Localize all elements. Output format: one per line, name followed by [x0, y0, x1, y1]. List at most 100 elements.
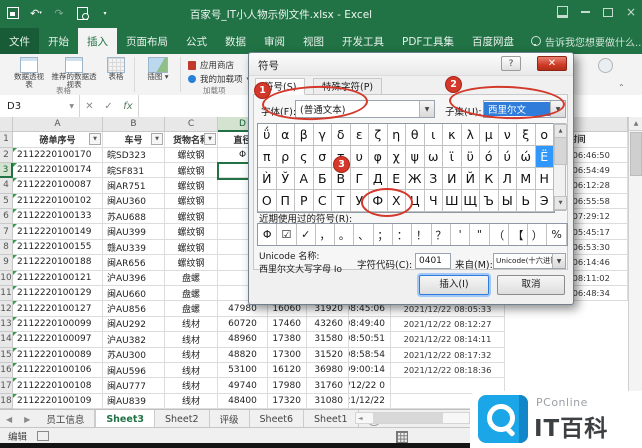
- cell-C3[interactable]: 螺纹钢: [165, 163, 218, 178]
- symbol-cell-Ѝ[interactable]: Ѝ: [258, 168, 277, 190]
- recent-symbol-？[interactable]: ？: [432, 224, 451, 245]
- dialog-help-icon[interactable]: ?: [501, 56, 521, 71]
- symbol-cell-И[interactable]: И: [443, 168, 462, 190]
- col-header-B[interactable]: B: [103, 117, 165, 132]
- table-button[interactable]: 表格: [102, 57, 130, 81]
- cell-A9[interactable]: 2112220100188: [13, 255, 103, 270]
- ribbon-display-options-icon[interactable]: [557, 6, 568, 18]
- symbol-cell-ψ[interactable]: ψ: [406, 146, 425, 168]
- symbol-cell-β[interactable]: β: [295, 124, 314, 146]
- symbol-cell-Ч[interactable]: Ч: [425, 190, 444, 212]
- cell-B12[interactable]: 沪AU856: [103, 301, 165, 316]
- symbol-cell-ΰ[interactable]: ΰ: [258, 124, 277, 146]
- cancel-entry-icon[interactable]: ✕: [85, 101, 93, 112]
- from-dropdown-icon[interactable]: ▼: [552, 254, 565, 268]
- my-addins-button[interactable]: 我的加载项 ▾: [188, 73, 249, 85]
- cell-F17[interactable]: 31760: [307, 378, 349, 393]
- cell-A13[interactable]: 2112220100099: [13, 317, 103, 332]
- symbol-cell-С[interactable]: С: [314, 190, 333, 212]
- cell-A3[interactable]: 2112220100174: [13, 163, 103, 178]
- pivot-table-button[interactable]: 数据透视表: [12, 57, 46, 89]
- symbol-cell-ϋ[interactable]: ϋ: [462, 146, 481, 168]
- symbol-cell-Э[interactable]: Э: [536, 190, 555, 212]
- recent-symbol-Φ[interactable]: Φ: [258, 224, 277, 245]
- symbol-cell-ώ[interactable]: ώ: [517, 146, 536, 168]
- symbol-cell-Ъ[interactable]: Ъ: [480, 190, 499, 212]
- ribbon-tab-插入[interactable]: 插入: [78, 28, 117, 54]
- symbol-cell-Ы[interactable]: Ы: [499, 190, 518, 212]
- cell-G15[interactable]: 2021/12/22 08:58:54: [349, 348, 391, 363]
- symbol-cell-χ[interactable]: χ: [388, 146, 407, 168]
- ribbon-tab-开始[interactable]: 开始: [39, 28, 78, 54]
- recent-symbol-；[interactable]: ；: [374, 224, 393, 245]
- symbol-cell-Б[interactable]: Б: [314, 168, 333, 190]
- recent-symbols-row[interactable]: Φ☑✓，。、；：！？'"（【）%: [257, 223, 568, 246]
- symbol-cell-φ[interactable]: φ: [369, 146, 388, 168]
- cell-B16[interactable]: 闽AU596: [103, 363, 165, 378]
- symbol-scroll-up-icon[interactable]: ▲: [554, 124, 567, 138]
- sheet-tab-Sheet2[interactable]: Sheet2: [155, 410, 210, 428]
- confirm-entry-icon[interactable]: ✓: [104, 101, 112, 112]
- ribbon-tab-百度网盘[interactable]: 百度网盘: [463, 28, 523, 54]
- hscroll-left-icon[interactable]: ◄: [358, 415, 363, 422]
- symbol-cell-Т[interactable]: Т: [332, 190, 351, 212]
- ribbon-tab-PDF工具集[interactable]: PDF工具集: [393, 28, 463, 54]
- cell-B15[interactable]: 苏AU300: [103, 348, 165, 363]
- symbol-cell-Н[interactable]: Н: [536, 168, 555, 190]
- vertical-scroll-thumb[interactable]: [630, 132, 642, 176]
- recent-symbol-"[interactable]: ": [470, 224, 489, 245]
- symbol-cell-ζ[interactable]: ζ: [369, 124, 388, 146]
- tell-me-box[interactable]: 告诉我您想要做什么...: [523, 28, 642, 54]
- from-combobox[interactable]: Unicode(十六进制) ▼: [493, 253, 566, 269]
- cell-A8[interactable]: 2112220100155: [13, 240, 103, 255]
- cell-H14[interactable]: 2021/12/22 08:14:11: [391, 332, 505, 347]
- sheet-nav-right-icon[interactable]: ▶: [18, 410, 36, 428]
- symbol-cell-η[interactable]: η: [388, 124, 407, 146]
- symbol-cell-Й[interactable]: Й: [462, 168, 481, 190]
- cell-F13[interactable]: 43260: [307, 317, 349, 332]
- recent-symbol-'[interactable]: ': [451, 224, 470, 245]
- cell-B10[interactable]: 沪AU396: [103, 271, 165, 286]
- cell-H16[interactable]: 2021/12/22 08:18:36: [391, 363, 505, 378]
- symbol-cell-ς[interactable]: ς: [295, 146, 314, 168]
- cell-D17[interactable]: 49740: [218, 378, 268, 393]
- recent-symbol-。[interactable]: 。: [335, 224, 354, 245]
- cell-A7[interactable]: 2112220100149: [13, 224, 103, 239]
- macro-record-icon[interactable]: [37, 431, 49, 441]
- symbol-cell-γ[interactable]: γ: [314, 124, 333, 146]
- ribbon-tab-数据[interactable]: 数据: [216, 28, 255, 54]
- row-header-7[interactable]: 7: [0, 224, 13, 239]
- cell-C11[interactable]: 盘螺: [165, 286, 218, 301]
- recent-symbol-）[interactable]: ）: [528, 224, 547, 245]
- symbol-scroll-thumb[interactable]: [554, 137, 567, 165]
- cell-D13[interactable]: 60720: [218, 317, 268, 332]
- symbol-cell-ε[interactable]: ε: [351, 124, 370, 146]
- symbol-cell-ι[interactable]: ι: [425, 124, 444, 146]
- cell-D15[interactable]: 48820: [218, 348, 268, 363]
- ribbon-tab-审阅[interactable]: 审阅: [255, 28, 294, 54]
- cell-F16[interactable]: 36980: [307, 363, 349, 378]
- row-header-3[interactable]: 3: [0, 163, 13, 178]
- cell-C10[interactable]: 盘螺: [165, 271, 218, 286]
- select-all-corner[interactable]: [0, 117, 13, 132]
- cell-A6[interactable]: 2112220100133: [13, 209, 103, 224]
- symbol-cell-П[interactable]: П: [277, 190, 296, 212]
- cell-A17[interactable]: 2112220100108: [13, 378, 103, 393]
- illustrations-button[interactable]: 插图 ▾: [142, 57, 174, 81]
- cell-C18[interactable]: 线材: [165, 394, 218, 409]
- insert-function-icon[interactable]: fx: [123, 101, 132, 112]
- cell-A16[interactable]: 2112220100106: [13, 363, 103, 378]
- filter-dropdown-icon[interactable]: ▼: [204, 133, 216, 145]
- cell-D18[interactable]: 48400: [218, 394, 268, 409]
- symbol-cell-К[interactable]: К: [480, 168, 499, 190]
- scroll-up-icon[interactable]: ▲: [629, 117, 642, 131]
- cell-A4[interactable]: 2112220100087: [13, 178, 103, 193]
- cell-C6[interactable]: 螺纹钢: [165, 209, 218, 224]
- store-button[interactable]: 应用商店: [188, 59, 234, 71]
- cell-A12[interactable]: 2112220100127: [13, 301, 103, 316]
- row-header-12[interactable]: 12: [0, 301, 13, 316]
- cell-A10[interactable]: 2112220100121: [13, 271, 103, 286]
- minimize-icon[interactable]: [581, 11, 590, 13]
- cell-H13[interactable]: 2021/12/22 08:12:27: [391, 317, 505, 332]
- symbol-cell-δ[interactable]: δ: [332, 124, 351, 146]
